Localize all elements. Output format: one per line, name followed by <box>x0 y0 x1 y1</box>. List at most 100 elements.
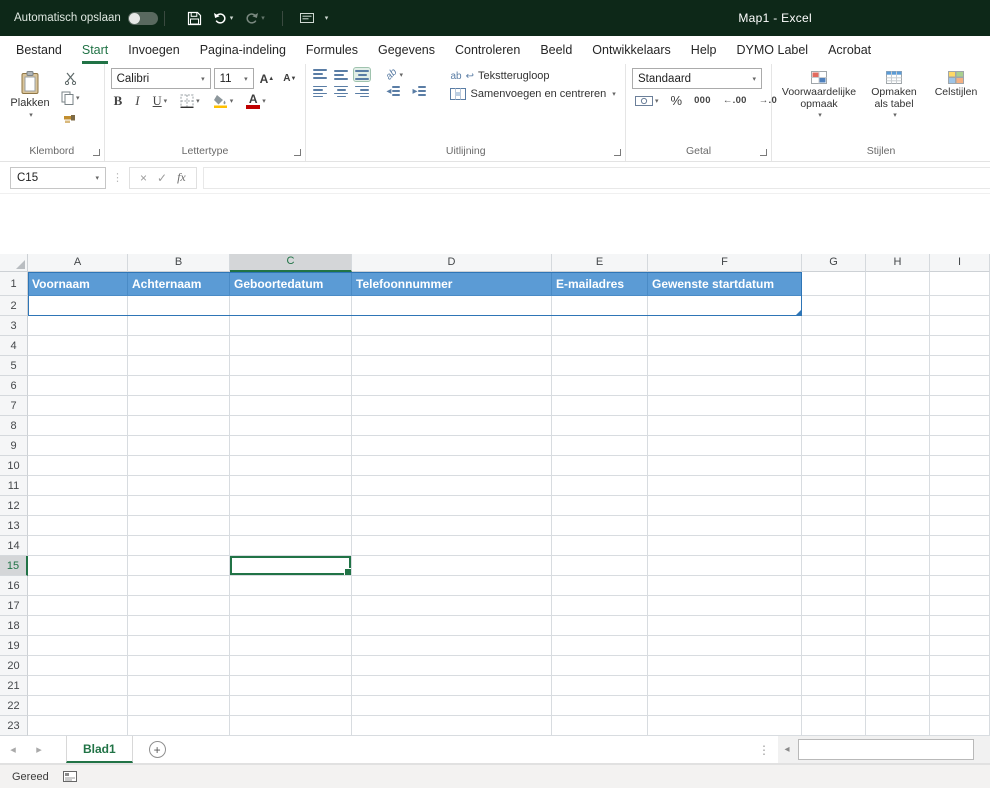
cell-G10[interactable] <box>802 456 866 476</box>
cell-F8[interactable] <box>648 416 802 436</box>
cell-I10[interactable] <box>930 456 990 476</box>
cell-I3[interactable] <box>930 316 990 336</box>
sheet-tab-blad1[interactable]: Blad1 <box>66 736 133 763</box>
cell-I2[interactable] <box>930 296 990 316</box>
redo-caret-icon[interactable]: ▾ <box>261 14 265 22</box>
cell-C2[interactable] <box>230 296 352 316</box>
cut-button[interactable] <box>58 71 83 86</box>
cell-D14[interactable] <box>352 536 552 556</box>
align-left-icon[interactable] <box>312 85 328 98</box>
number-dialog-launcher-icon[interactable] <box>760 149 767 156</box>
cell-A16[interactable] <box>28 576 128 596</box>
cell-I16[interactable] <box>930 576 990 596</box>
percent-style-button[interactable]: % <box>668 92 686 109</box>
cell-A10[interactable] <box>28 456 128 476</box>
select-all-corner[interactable] <box>0 254 28 272</box>
tabbar-resize-dots-icon[interactable]: ⋮ <box>758 743 770 757</box>
cell-B5[interactable] <box>128 356 230 376</box>
cell-B7[interactable] <box>128 396 230 416</box>
cell-C16[interactable] <box>230 576 352 596</box>
cell-G15[interactable] <box>802 556 866 576</box>
cell-B2[interactable] <box>128 296 230 316</box>
cell-I17[interactable] <box>930 596 990 616</box>
fill-color-button[interactable]: ▾ <box>210 93 237 109</box>
cell-B17[interactable] <box>128 596 230 616</box>
format-painter-button[interactable] <box>58 110 83 125</box>
cell-H5[interactable] <box>866 356 930 376</box>
cell-G2[interactable] <box>802 296 866 316</box>
font-color-button[interactable]: A ▾ <box>243 93 269 110</box>
cell-G5[interactable] <box>802 356 866 376</box>
increase-decimal-button[interactable]: ←.00 <box>720 94 750 107</box>
cell-E19[interactable] <box>552 636 648 656</box>
column-header-F[interactable]: F <box>648 254 802 272</box>
cell-I15[interactable] <box>930 556 990 576</box>
cell-G20[interactable] <box>802 656 866 676</box>
cell-H9[interactable] <box>866 436 930 456</box>
cell-E11[interactable] <box>552 476 648 496</box>
align-middle-icon[interactable] <box>333 68 349 81</box>
cell-B11[interactable] <box>128 476 230 496</box>
cell-E13[interactable] <box>552 516 648 536</box>
cell-E1[interactable]: E-mailadres <box>552 272 648 296</box>
insert-function-icon[interactable]: fx <box>177 170 186 185</box>
cell-D1[interactable]: Telefoonnummer <box>352 272 552 296</box>
cell-G23[interactable] <box>802 716 866 736</box>
tab-dymo-label[interactable]: DYMO Label <box>737 36 809 64</box>
cell-A22[interactable] <box>28 696 128 716</box>
cell-A11[interactable] <box>28 476 128 496</box>
cell-C19[interactable] <box>230 636 352 656</box>
cell-D9[interactable] <box>352 436 552 456</box>
tab-acrobat[interactable]: Acrobat <box>828 36 871 64</box>
cancel-icon[interactable]: × <box>140 171 147 185</box>
cell-C15[interactable] <box>230 556 352 576</box>
cell-F13[interactable] <box>648 516 802 536</box>
cell-G3[interactable] <box>802 316 866 336</box>
cell-H4[interactable] <box>866 336 930 356</box>
cell-D4[interactable] <box>352 336 552 356</box>
cell-I18[interactable] <box>930 616 990 636</box>
cell-D10[interactable] <box>352 456 552 476</box>
cell-A3[interactable] <box>28 316 128 336</box>
cell-F10[interactable] <box>648 456 802 476</box>
cell-D19[interactable] <box>352 636 552 656</box>
cell-F12[interactable] <box>648 496 802 516</box>
cell-C10[interactable] <box>230 456 352 476</box>
cell-B20[interactable] <box>128 656 230 676</box>
formula-input[interactable] <box>202 166 990 189</box>
cell-A7[interactable] <box>28 396 128 416</box>
comma-style-button[interactable]: 000 <box>691 94 714 107</box>
cell-I14[interactable] <box>930 536 990 556</box>
cell-C5[interactable] <box>230 356 352 376</box>
cell-H6[interactable] <box>866 376 930 396</box>
cell-G4[interactable] <box>802 336 866 356</box>
cell-C6[interactable] <box>230 376 352 396</box>
cell-B15[interactable] <box>128 556 230 576</box>
bold-button[interactable]: B <box>111 92 126 110</box>
cell-H22[interactable] <box>866 696 930 716</box>
tab-controleren[interactable]: Controleren <box>455 36 520 64</box>
cell-E10[interactable] <box>552 456 648 476</box>
cell-C22[interactable] <box>230 696 352 716</box>
scroll-left-icon[interactable]: ◂ <box>778 744 796 755</box>
cell-I1[interactable] <box>930 272 990 296</box>
cell-A6[interactable] <box>28 376 128 396</box>
cell-D2[interactable] <box>352 296 552 316</box>
cell-F1[interactable]: Gewenste startdatum <box>648 272 802 296</box>
row-header-10[interactable]: 10 <box>0 456 28 476</box>
cell-E6[interactable] <box>552 376 648 396</box>
cell-F5[interactable] <box>648 356 802 376</box>
cell-A1[interactable]: Voornaam <box>28 272 128 296</box>
cell-H18[interactable] <box>866 616 930 636</box>
cell-G7[interactable] <box>802 396 866 416</box>
row-header-1[interactable]: 1 <box>0 272 28 296</box>
row-header-12[interactable]: 12 <box>0 496 28 516</box>
cell-A8[interactable] <box>28 416 128 436</box>
borders-button[interactable]: ▾ <box>177 93 203 109</box>
cell-H12[interactable] <box>866 496 930 516</box>
cell-I19[interactable] <box>930 636 990 656</box>
row-header-18[interactable]: 18 <box>0 616 28 636</box>
cell-F22[interactable] <box>648 696 802 716</box>
add-sheet-button[interactable]: + <box>148 741 166 758</box>
cell-D18[interactable] <box>352 616 552 636</box>
